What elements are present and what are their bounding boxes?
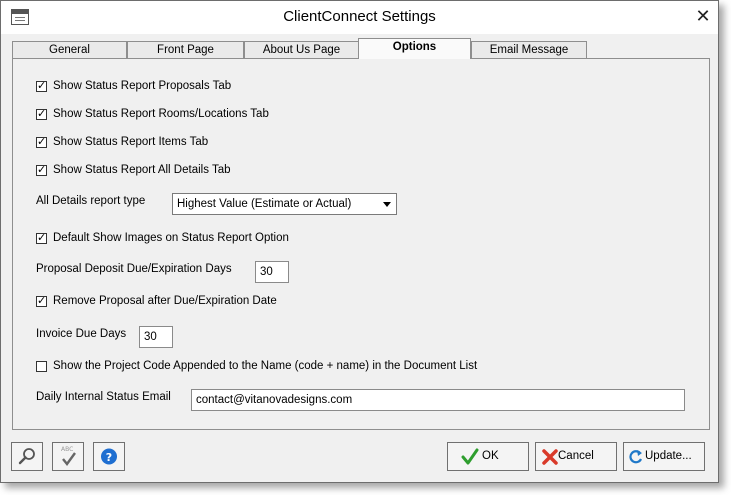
search-icon bbox=[18, 448, 35, 465]
checkbox-label: Show Status Report All Details Tab bbox=[53, 164, 231, 176]
chevron-down-icon[interactable] bbox=[383, 202, 391, 207]
tab-about-us-page[interactable]: About Us Page bbox=[244, 41, 359, 58]
checkbox-box[interactable] bbox=[36, 361, 47, 372]
checkbox-box[interactable]: ✓ bbox=[36, 232, 47, 244]
update-button[interactable]: Update... bbox=[623, 442, 705, 471]
search-button[interactable] bbox=[11, 442, 43, 471]
spellcheck-icon bbox=[62, 452, 76, 466]
help-icon: ? bbox=[101, 448, 117, 465]
check-icon: ✓ bbox=[37, 232, 47, 244]
tab-front-page[interactable]: Front Page bbox=[127, 41, 244, 58]
all-details-report-type-select[interactable]: Highest Value (Estimate or Actual) bbox=[172, 193, 397, 215]
checkbox-box[interactable]: ✓ bbox=[36, 295, 47, 307]
check-icon: ✓ bbox=[37, 164, 47, 176]
invoice-due-days-input[interactable]: 30 bbox=[139, 326, 173, 348]
proposal-deposit-days-input[interactable]: 30 bbox=[255, 261, 289, 283]
update-label: Update... bbox=[645, 450, 692, 462]
all-details-report-type-label: All Details report type bbox=[36, 195, 146, 207]
daily-status-email-input[interactable]: contact@vitanovadesigns.com bbox=[191, 389, 685, 411]
cancel-x-icon bbox=[542, 449, 558, 465]
ok-button[interactable]: OK bbox=[447, 442, 529, 471]
tab-options[interactable]: Options bbox=[358, 38, 471, 59]
cancel-label: Cancel bbox=[558, 450, 594, 462]
spellcheck-button[interactable]: ABC bbox=[52, 442, 84, 471]
checkbox-label: Show Status Report Proposals Tab bbox=[53, 80, 232, 92]
update-refresh-icon bbox=[629, 450, 643, 464]
ok-label: OK bbox=[482, 450, 499, 462]
tab-email-message[interactable]: Email Message bbox=[471, 41, 587, 58]
ok-check-icon bbox=[461, 448, 479, 465]
checkbox-box[interactable]: ✓ bbox=[36, 108, 47, 120]
svg-text:?: ? bbox=[106, 451, 112, 464]
check-icon: ✓ bbox=[37, 295, 47, 307]
checkbox-label: Remove Proposal after Due/Expiration Dat… bbox=[53, 295, 277, 307]
checkbox-label: Show the Project Code Appended to the Na… bbox=[53, 360, 478, 372]
tab-general[interactable]: General bbox=[12, 41, 127, 58]
checkbox-box[interactable]: ✓ bbox=[36, 136, 47, 148]
checkbox-label: Show Status Report Items Tab bbox=[53, 136, 209, 148]
settings-dialog: ClientConnect Settings ✕ General Front P… bbox=[0, 0, 719, 483]
check-icon: ✓ bbox=[37, 136, 47, 148]
help-button[interactable]: ? bbox=[93, 442, 125, 471]
check-icon: ✓ bbox=[37, 108, 47, 120]
window-title: ClientConnect Settings bbox=[283, 8, 436, 25]
title-bar: ClientConnect Settings ✕ bbox=[1, 1, 718, 34]
cancel-button[interactable]: Cancel bbox=[535, 442, 617, 471]
checkbox-box[interactable]: ✓ bbox=[36, 80, 47, 92]
checkbox-label: Default Show Images on Status Report Opt… bbox=[53, 232, 289, 244]
invoice-due-days-label: Invoice Due Days bbox=[36, 328, 127, 340]
select-value: Highest Value (Estimate or Actual) bbox=[177, 198, 352, 210]
proposal-deposit-days-label: Proposal Deposit Due/Expiration Days bbox=[36, 263, 232, 275]
checkbox-box[interactable]: ✓ bbox=[36, 164, 47, 176]
daily-status-email-label: Daily Internal Status Email bbox=[36, 391, 171, 403]
checkbox-label: Show Status Report Rooms/Locations Tab bbox=[53, 108, 269, 120]
check-icon: ✓ bbox=[37, 80, 47, 92]
close-icon[interactable]: ✕ bbox=[691, 6, 715, 28]
